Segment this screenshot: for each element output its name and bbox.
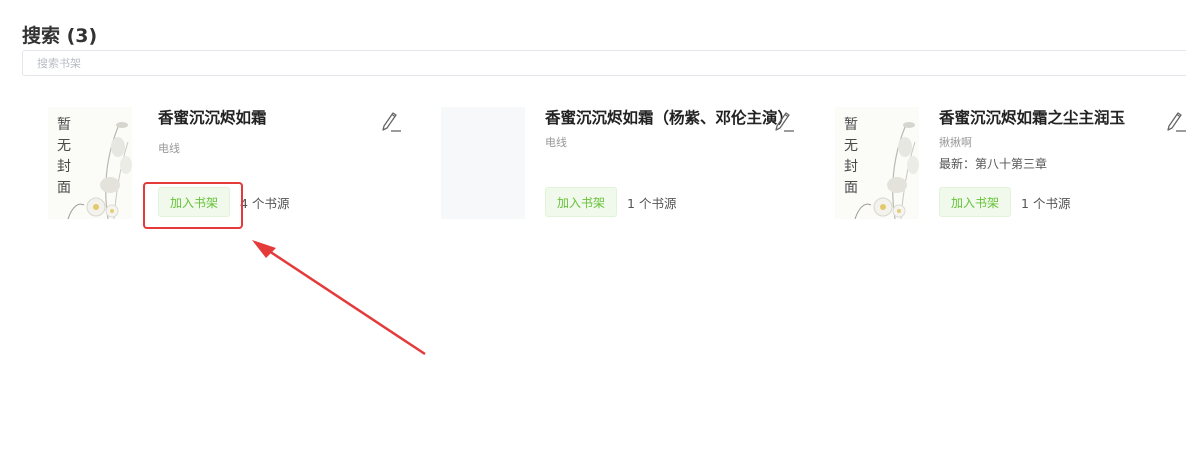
add-to-shelf-button[interactable]: 加入书架: [545, 187, 618, 217]
source-count: 1 个书源: [1021, 195, 1071, 211]
book-card[interactable]: 香蜜沉沉烬如霜（杨紫、邓伦主演） 电线 加入书架 1 个书源: [441, 107, 811, 222]
pencil-icon[interactable]: [773, 109, 795, 133]
cover-placeholder-text: 暂 无 封 面: [844, 117, 858, 196]
cover-placeholder-text: 暂 无 封 面: [57, 117, 71, 196]
source-count: 4 个书源: [240, 195, 290, 211]
search-input[interactable]: [23, 51, 1186, 75]
add-to-shelf-button[interactable]: 加入书架: [939, 187, 1012, 217]
book-cover[interactable]: 暂 无 封 面: [48, 107, 132, 219]
book-card[interactable]: 暂 无 封 面 香蜜沉沉烬如霜之尘主润玉 揪揪啊 最新：第八十第三章 加入书架 …: [835, 107, 1186, 222]
book-title[interactable]: 香蜜沉沉烬如霜: [158, 107, 403, 129]
page-title: 搜索 (3): [22, 25, 98, 47]
book-cover[interactable]: [441, 107, 525, 219]
pencil-icon[interactable]: [1165, 109, 1186, 133]
book-author: 电线: [545, 136, 567, 149]
book-title[interactable]: 香蜜沉沉烬如霜之尘主润玉: [939, 107, 1164, 129]
book-author: 电线: [158, 142, 180, 155]
book-cover[interactable]: 暂 无 封 面: [835, 107, 919, 219]
pencil-icon[interactable]: [380, 109, 402, 133]
latest-chapter: 最新：第八十第三章: [939, 157, 1048, 171]
source-count: 1 个书源: [627, 195, 677, 211]
book-author: 揪揪啊: [939, 136, 972, 149]
book-title[interactable]: 香蜜沉沉烬如霜（杨紫、邓伦主演）: [545, 107, 793, 129]
highlight-box: [143, 182, 243, 229]
search-box[interactable]: [22, 50, 1186, 76]
